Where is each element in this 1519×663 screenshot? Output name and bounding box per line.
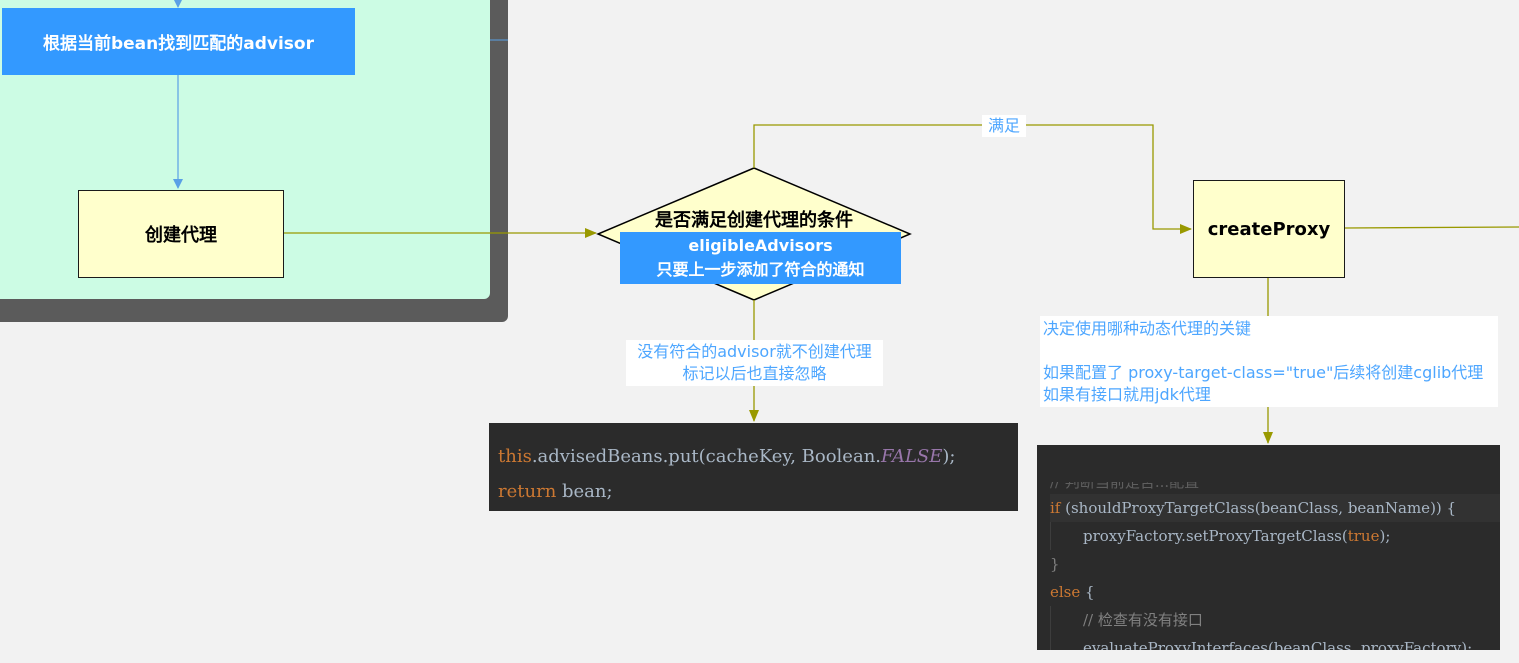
edge-label-key-blank: [1043, 340, 1498, 362]
code-token: );: [942, 446, 956, 467]
edge-label-no-advisor-line2: 标记以后也直接忽略: [682, 364, 827, 383]
node-create-proxy-cn-label: 创建代理: [145, 225, 217, 246]
code-token: bean;: [556, 481, 613, 502]
code-snippet-proxy-target-class: // 判断当前是否...配置 if (shouldProxyTargetClass…: [1037, 445, 1500, 650]
code-snippet-advised-false: this.advisedBeans.put(cacheKey, Boolean.…: [489, 423, 1018, 511]
node-create-proxy[interactable]: createProxy: [1193, 180, 1345, 278]
code-token-keyword: else: [1050, 583, 1081, 601]
indent-guide: [1050, 634, 1083, 650]
code-line: evaluateProxyInterfaces(beanClass, proxy…: [1050, 634, 1500, 650]
node-match-advisor-label: 根据当前bean找到匹配的advisor: [42, 34, 314, 54]
decision-note-line1: eligibleAdvisors: [688, 236, 833, 255]
code-line: if (shouldProxyTargetClass(beanClass, be…: [1050, 494, 1500, 522]
code-line: proxyFactory.setProxyTargetClass(true);: [1050, 522, 1500, 550]
code-token: (shouldProxyTargetClass(beanClass, beanN…: [1060, 499, 1457, 517]
code-token: proxyFactory.setProxyTargetClass(: [1083, 527, 1348, 545]
code-line: }: [1050, 555, 1060, 573]
code-line: return bean;: [498, 474, 1018, 509]
code-token-comment: // 检查有没有接口: [1083, 611, 1203, 629]
edge-label-no-advisor-line1: 没有符合的advisor就不创建代理: [637, 342, 872, 361]
indent-guide: [1050, 606, 1083, 634]
decision-title: 是否满足创建代理的条件: [655, 210, 853, 231]
code-token-keyword: this: [498, 446, 532, 467]
decision-note[interactable]: eligibleAdvisors 只要上一步添加了符合的通知: [620, 232, 901, 284]
node-match-advisor[interactable]: 根据当前bean找到匹配的advisor: [2, 8, 355, 75]
code-token: );: [1379, 527, 1391, 545]
node-create-proxy-cn[interactable]: 创建代理: [78, 190, 284, 278]
edge-label-satisfy[interactable]: 满足: [982, 115, 1026, 137]
code-token-constant: FALSE: [881, 446, 943, 467]
code-token-keyword: true: [1347, 527, 1380, 545]
code-line: else {: [1050, 578, 1500, 606]
code-line: // 检查有没有接口: [1050, 606, 1500, 634]
code-token-keyword: if: [1050, 499, 1061, 517]
node-create-proxy-label: createProxy: [1207, 218, 1331, 240]
decision-note-line2: 只要上一步添加了符合的通知: [656, 260, 865, 279]
indent-guide: [1050, 522, 1083, 550]
code-token: .advisedBeans.put(cacheKey, Boolean.: [531, 446, 882, 467]
edge-label-key-line3: 如果配置了 proxy-target-class="true"后续将创建cgli…: [1043, 363, 1484, 382]
code-token-keyword: return: [498, 481, 557, 502]
edge-label-key-line1: 决定使用哪种动态代理的关键: [1043, 319, 1252, 338]
code-token: {: [1080, 583, 1095, 601]
edge-label-no-advisor[interactable]: 没有符合的advisor就不创建代理 标记以后也直接忽略: [626, 340, 883, 386]
code-line-partial: // 判断当前是否...配置: [1050, 482, 1200, 491]
code-line: this.advisedBeans.put(cacheKey, Boolean.…: [498, 439, 1018, 474]
edge-createProxy-out: [1344, 226, 1519, 229]
code-token: evaluateProxyInterfaces(beanClass, proxy…: [1083, 639, 1473, 650]
edge-label-key-line4: 如果有接口就用jdk代理: [1043, 385, 1211, 404]
edge-label-proxy-key[interactable]: 决定使用哪种动态代理的关键 如果配置了 proxy-target-class="…: [1040, 316, 1498, 407]
